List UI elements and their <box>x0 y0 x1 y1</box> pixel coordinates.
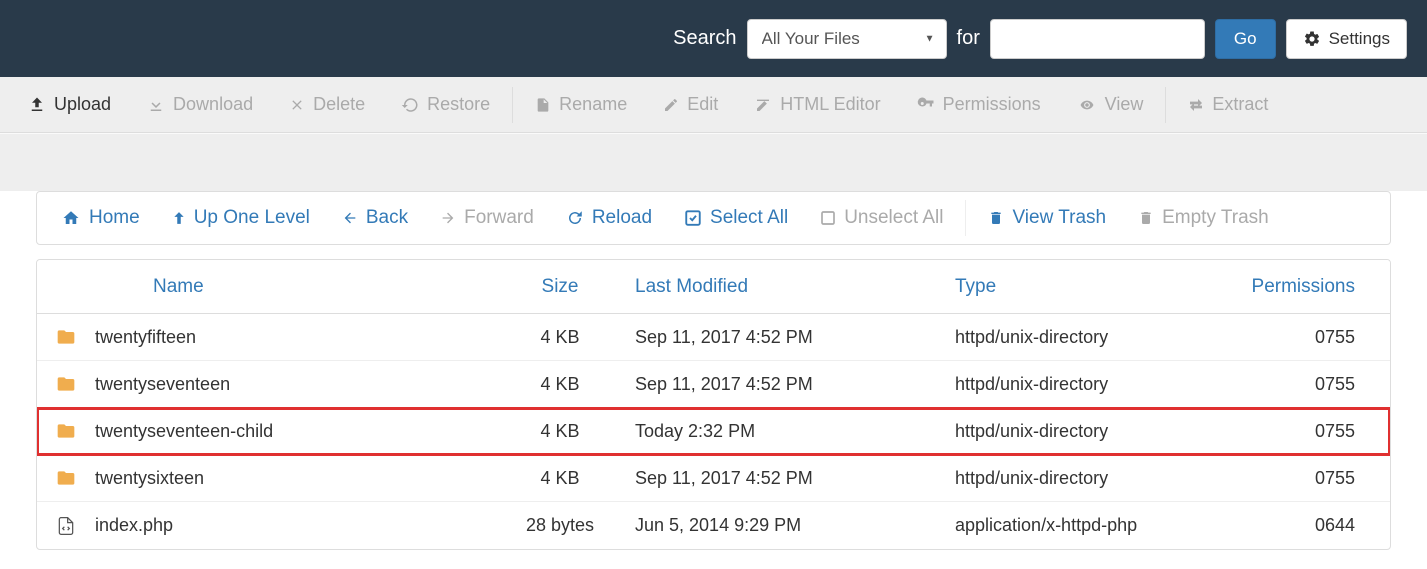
delete-icon <box>289 97 305 113</box>
upload-button[interactable]: Upload <box>10 85 129 125</box>
go-button[interactable]: Go <box>1215 19 1276 59</box>
download-button[interactable]: Download <box>129 85 271 125</box>
settings-label: Settings <box>1329 29 1390 49</box>
empty-trash-button[interactable]: Empty Trash <box>1122 198 1285 238</box>
unselect-all-button[interactable]: Unselect All <box>804 198 959 238</box>
restore-button[interactable]: Restore <box>383 85 508 125</box>
cell-permissions: 0755 <box>1205 468 1385 489</box>
table-body: twentyfifteen4 KBSep 11, 2017 4:52 PMhtt… <box>37 314 1390 549</box>
reload-icon <box>566 209 584 227</box>
folder-icon <box>54 421 78 441</box>
col-header-size[interactable]: Size <box>485 276 635 298</box>
delete-button[interactable]: Delete <box>271 85 383 125</box>
extract-button[interactable]: Extract <box>1170 85 1286 125</box>
col-header-permissions[interactable]: Permissions <box>1205 276 1385 298</box>
cell-size: 4 KB <box>485 327 635 348</box>
table-row[interactable]: twentyseventeen-child4 KBToday 2:32 PMht… <box>37 408 1390 455</box>
table-row[interactable]: index.php28 bytesJun 5, 2014 9:29 PMappl… <box>37 502 1390 549</box>
permissions-button[interactable]: Permissions <box>899 85 1059 125</box>
download-icon <box>147 96 165 114</box>
search-scope-wrap: All Your Files <box>747 19 947 59</box>
cell-name: twentyseventeen <box>95 374 485 395</box>
search-input[interactable] <box>990 19 1205 59</box>
up-one-level-button[interactable]: Up One Level <box>156 198 326 238</box>
toolbar: Upload Download Delete Restore Rename Ed… <box>0 77 1427 133</box>
reload-button[interactable]: Reload <box>550 198 668 238</box>
cell-name: index.php <box>95 515 485 536</box>
table-row[interactable]: twentysixteen4 KBSep 11, 2017 4:52 PMhtt… <box>37 455 1390 502</box>
cell-permissions: 0644 <box>1205 515 1385 536</box>
cell-name: twentysixteen <box>95 468 485 489</box>
cell-type: httpd/unix-directory <box>945 468 1205 489</box>
cell-size: 4 KB <box>485 421 635 442</box>
square-icon <box>820 210 836 226</box>
folder-icon <box>54 327 78 347</box>
upload-icon <box>28 96 46 114</box>
col-header-name[interactable]: Name <box>95 276 485 298</box>
col-header-type[interactable]: Type <box>945 276 1205 298</box>
restore-icon <box>401 96 419 114</box>
home-button[interactable]: Home <box>45 198 156 238</box>
cell-modified: Today 2:32 PM <box>635 421 945 442</box>
cell-permissions: 0755 <box>1205 374 1385 395</box>
settings-button[interactable]: Settings <box>1286 19 1407 59</box>
cell-type: httpd/unix-directory <box>945 327 1205 348</box>
cell-modified: Sep 11, 2017 4:52 PM <box>635 374 945 395</box>
for-label: for <box>957 27 980 50</box>
check-square-icon <box>684 209 702 227</box>
toolbar-separator <box>512 87 513 123</box>
cell-size: 4 KB <box>485 374 635 395</box>
folder-icon <box>54 374 78 394</box>
forward-button[interactable]: Forward <box>424 198 550 238</box>
view-trash-button[interactable]: View Trash <box>972 198 1122 238</box>
table-row[interactable]: twentyseventeen4 KBSep 11, 2017 4:52 PMh… <box>37 361 1390 408</box>
cell-type: application/x-httpd-php <box>945 515 1205 536</box>
file-code-icon <box>56 515 76 537</box>
cell-name: twentyfifteen <box>95 327 485 348</box>
cell-modified: Jun 5, 2014 9:29 PM <box>635 515 945 536</box>
forward-icon <box>440 210 456 226</box>
extract-icon <box>1188 97 1204 113</box>
cell-modified: Sep 11, 2017 4:52 PM <box>635 327 945 348</box>
col-header-modified[interactable]: Last Modified <box>635 276 945 298</box>
cell-size: 4 KB <box>485 468 635 489</box>
rename-icon <box>535 96 551 114</box>
cell-permissions: 0755 <box>1205 327 1385 348</box>
table-header: Name Size Last Modified Type Permissions <box>37 260 1390 314</box>
home-icon <box>61 209 81 227</box>
file-table: Name Size Last Modified Type Permissions… <box>36 259 1391 550</box>
edit-button[interactable]: Edit <box>645 85 736 125</box>
cell-type: httpd/unix-directory <box>945 421 1205 442</box>
search-scope-select[interactable]: All Your Files <box>747 19 947 59</box>
html-editor-button[interactable]: HTML Editor <box>736 85 898 125</box>
folder-icon <box>54 468 78 488</box>
trash-icon <box>1138 209 1154 227</box>
html-editor-icon <box>754 97 772 113</box>
edit-icon <box>663 97 679 113</box>
search-label: Search <box>673 27 736 50</box>
table-row[interactable]: twentyfifteen4 KBSep 11, 2017 4:52 PMhtt… <box>37 314 1390 361</box>
topbar: Search All Your Files for Go Settings <box>0 0 1427 77</box>
select-all-button[interactable]: Select All <box>668 198 804 238</box>
up-icon <box>172 209 186 227</box>
toolbar-separator <box>1165 87 1166 123</box>
cell-size: 28 bytes <box>485 515 635 536</box>
cell-type: httpd/unix-directory <box>945 374 1205 395</box>
eye-icon <box>1077 98 1097 112</box>
content-area: Home Up One Level Back Forward Reload Se… <box>0 191 1427 550</box>
view-button[interactable]: View <box>1059 85 1162 125</box>
cell-permissions: 0755 <box>1205 421 1385 442</box>
nav-separator <box>965 200 966 236</box>
trash-icon <box>988 209 1004 227</box>
cell-modified: Sep 11, 2017 4:52 PM <box>635 468 945 489</box>
cell-name: twentyseventeen-child <box>95 421 485 442</box>
rename-button[interactable]: Rename <box>517 85 645 125</box>
gear-icon <box>1303 30 1321 48</box>
back-button[interactable]: Back <box>326 198 424 238</box>
navbar: Home Up One Level Back Forward Reload Se… <box>36 191 1391 245</box>
toolbar-spacer <box>0 133 1427 193</box>
key-icon <box>917 96 935 114</box>
back-icon <box>342 210 358 226</box>
